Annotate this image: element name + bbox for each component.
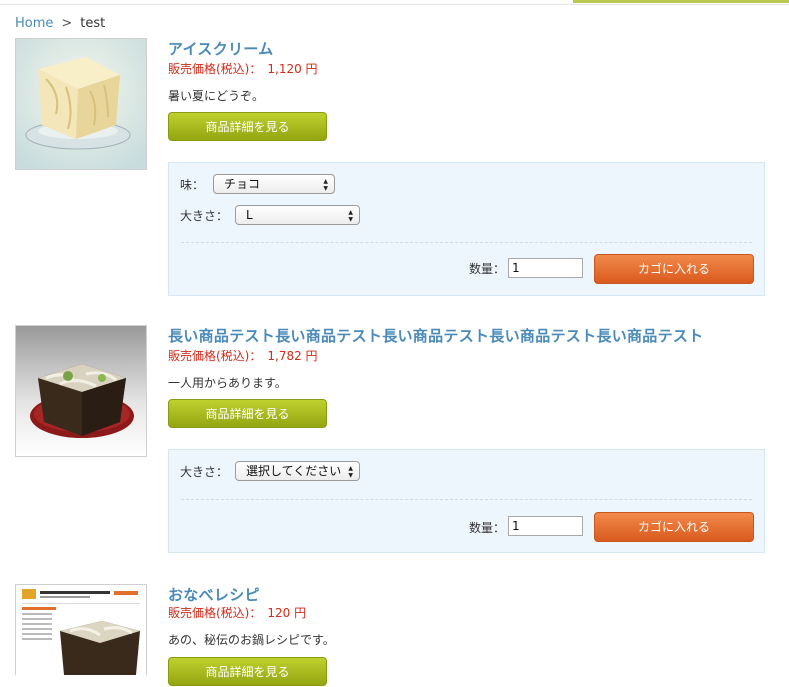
breadcrumb-home-link[interactable]: Home	[15, 16, 53, 31]
price-value: 120 円	[267, 606, 307, 620]
product-name[interactable]: アイスクリーム	[168, 38, 273, 59]
product-price: 販売価格(税込)： 120 円	[168, 604, 306, 621]
product-description: あの、秘伝のお鍋レシピです。	[168, 633, 335, 647]
product-price: 販売価格(税込)： 1,120 円	[168, 60, 318, 77]
quantity-input[interactable]: 1	[508, 516, 583, 536]
price-label: 販売価格(税込)：	[168, 349, 262, 363]
product-detail-button[interactable]: 商品詳細を見る	[168, 112, 327, 141]
icecream-image	[16, 39, 146, 169]
quantity-label: 数量：	[469, 521, 506, 535]
product-description: 暑い夏にどうぞ。	[168, 89, 265, 103]
divider	[181, 499, 752, 500]
option-label-flavor: 味：	[180, 178, 205, 192]
add-to-cart-button[interactable]: カゴに入れる	[594, 512, 754, 542]
option-label-size: 大きさ：	[180, 209, 229, 223]
quantity-label: 数量：	[469, 262, 506, 276]
price-label: 販売価格(税込)：	[168, 606, 262, 620]
price-label: 販売価格(税込)：	[168, 62, 262, 76]
quantity-input[interactable]: 1	[508, 258, 583, 278]
price-value: 1,120 円	[267, 62, 318, 76]
product-detail-button[interactable]: 商品詳細を見る	[168, 657, 327, 686]
product-image-recipe[interactable]	[15, 584, 147, 675]
product-price: 販売価格(税込)： 1,782 円	[168, 347, 318, 364]
size-selected-value: 選択してください	[246, 464, 342, 478]
recipe-image	[16, 585, 146, 675]
flavor-selected-value: チョコ	[224, 177, 261, 191]
breadcrumb: Home > test	[15, 16, 105, 31]
product-name[interactable]: 長い商品テスト長い商品テスト長い商品テスト長い商品テスト長い商品テスト	[168, 325, 704, 346]
product-name[interactable]: おなべレシピ	[168, 584, 260, 605]
breadcrumb-current: test	[80, 16, 106, 31]
price-value: 1,782 円	[267, 349, 318, 363]
divider	[181, 242, 752, 243]
cart-form: 味： チョコ ▲ ▼ 大きさ： L ▲ ▼ 数量： 1 カゴに入れる	[168, 162, 765, 296]
product-description: 一人用からあります。	[168, 376, 287, 390]
product-image-nabe[interactable]	[15, 325, 147, 457]
header-accent-bar	[573, 0, 789, 3]
cart-form: 大きさ： 選択してください ▲ ▼ 数量： 1 カゴに入れる	[168, 449, 765, 553]
add-to-cart-button[interactable]: カゴに入れる	[594, 254, 754, 284]
product-image-icecream[interactable]	[15, 38, 147, 170]
option-label-size: 大きさ：	[180, 465, 229, 479]
select-arrows-icon: ▲ ▼	[348, 465, 353, 479]
breadcrumb-separator: >	[61, 16, 73, 31]
product-detail-button[interactable]: 商品詳細を見る	[168, 399, 327, 428]
select-arrows-icon: ▲ ▼	[323, 178, 328, 192]
top-border	[0, 0, 789, 5]
select-arrows-icon: ▲ ▼	[348, 209, 353, 223]
flavor-select[interactable]: チョコ ▲ ▼	[213, 174, 335, 194]
nabe-image	[16, 326, 146, 456]
size-selected-value: L	[246, 208, 253, 222]
size-select[interactable]: 選択してください ▲ ▼	[235, 461, 360, 481]
size-select[interactable]: L ▲ ▼	[235, 205, 360, 225]
